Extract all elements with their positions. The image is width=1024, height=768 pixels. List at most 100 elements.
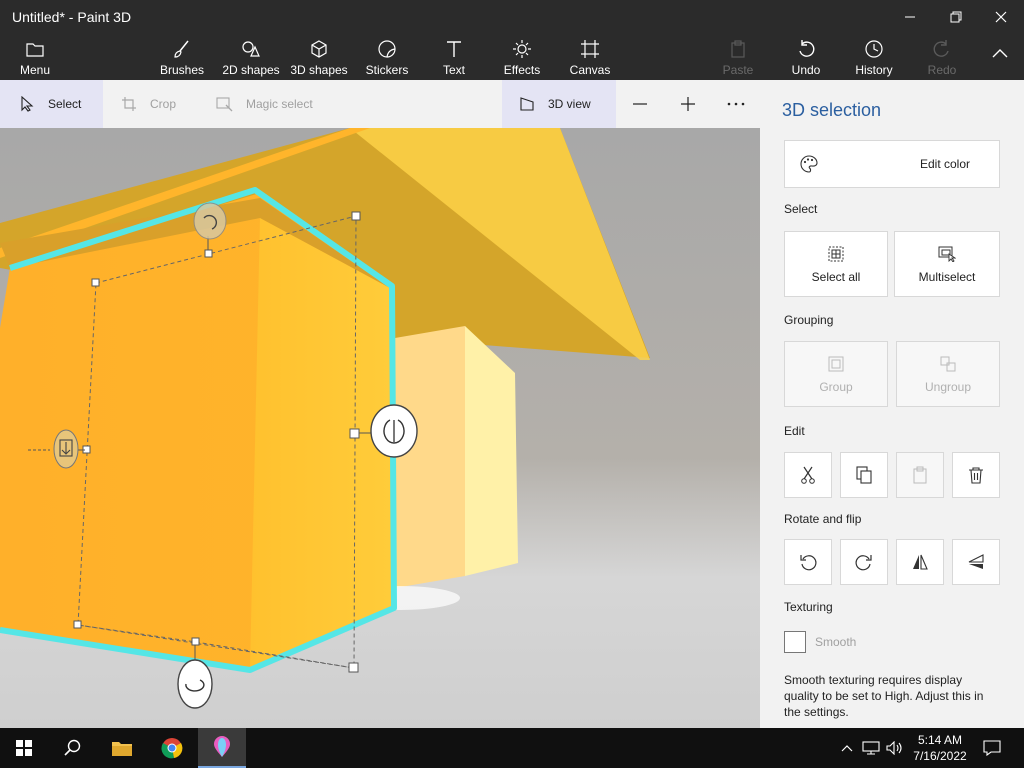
palette-icon bbox=[800, 155, 818, 176]
text-button[interactable]: Text bbox=[436, 34, 472, 80]
brush-icon bbox=[174, 40, 189, 58]
more-options-button[interactable] bbox=[722, 80, 750, 128]
text-label: Text bbox=[442, 63, 465, 77]
notification-icon bbox=[983, 740, 1001, 756]
multiselect-button[interactable]: Multiselect bbox=[894, 231, 1000, 297]
delete-button[interactable] bbox=[952, 452, 1000, 498]
clock-date: 7/16/2022 bbox=[913, 749, 967, 763]
3d-view-label: 3D view bbox=[548, 97, 591, 111]
minus-icon bbox=[633, 103, 647, 105]
stickers-button[interactable]: Stickers bbox=[362, 34, 412, 80]
panel-title: 3D selection bbox=[782, 100, 882, 120]
chrome-button[interactable] bbox=[154, 728, 190, 768]
plus-icon bbox=[681, 97, 695, 111]
rotate-left-button[interactable] bbox=[784, 539, 832, 585]
minimize-icon bbox=[905, 16, 915, 18]
system-clock[interactable]: 5:14 AM 7/16/2022 bbox=[905, 732, 975, 764]
stickers-label: Stickers bbox=[365, 63, 409, 77]
sticker-icon bbox=[378, 40, 396, 58]
edit-color-button[interactable]: Edit color bbox=[784, 140, 1000, 188]
window-title: Untitled* - Paint 3D bbox=[12, 9, 132, 25]
3d-view-toggle[interactable]: 3D view bbox=[502, 80, 616, 128]
paste-clipboard-icon bbox=[731, 40, 745, 58]
redo-icon bbox=[933, 40, 949, 57]
3d-canvas[interactable] bbox=[0, 128, 760, 728]
clock-time: 5:14 AM bbox=[917, 733, 963, 747]
canvas-button[interactable]: Canvas bbox=[566, 34, 614, 80]
back-cube-front bbox=[395, 326, 465, 588]
search-icon bbox=[64, 739, 81, 756]
brushes-button[interactable]: Brushes bbox=[156, 34, 208, 80]
tool-strip: Select Crop Magic select 3D view bbox=[0, 80, 760, 128]
paste-button[interactable]: Paste bbox=[718, 34, 758, 80]
flip-horizontal-icon bbox=[913, 554, 928, 570]
group-button[interactable]: Group bbox=[784, 341, 888, 407]
rotate-left-icon bbox=[800, 555, 817, 571]
start-button[interactable] bbox=[6, 728, 42, 768]
restore-icon bbox=[950, 11, 962, 23]
3d-shapes-button[interactable]: 3D shapes bbox=[290, 34, 348, 80]
maximize-button[interactable] bbox=[933, 0, 979, 34]
effects-button[interactable]: Effects bbox=[500, 34, 544, 80]
minimize-button[interactable] bbox=[887, 0, 933, 34]
file-explorer-button[interactable] bbox=[104, 728, 140, 768]
history-button[interactable]: History bbox=[850, 34, 898, 80]
magic-select-tool[interactable]: Magic select bbox=[200, 80, 350, 128]
trash-icon bbox=[969, 467, 983, 484]
scissors-icon bbox=[801, 466, 815, 484]
network-icon bbox=[862, 741, 880, 755]
brushes-label: Brushes bbox=[159, 63, 205, 77]
close-icon bbox=[995, 11, 1007, 23]
rotate-right-button[interactable] bbox=[840, 539, 888, 585]
ribbon: Menu Brushes 2D shapes 3D shapes Sticker… bbox=[0, 34, 1024, 80]
zoom-out-button[interactable] bbox=[626, 80, 654, 128]
rotate-right-icon bbox=[855, 555, 872, 571]
flip-vertical-icon bbox=[968, 554, 984, 569]
close-button[interactable] bbox=[978, 0, 1024, 34]
undo-button[interactable]: Undo bbox=[786, 34, 826, 80]
crop-icon bbox=[122, 97, 136, 111]
paste-icon bbox=[913, 466, 927, 484]
3d-scene bbox=[0, 128, 760, 728]
volume-button[interactable] bbox=[884, 728, 906, 768]
canvas-icon bbox=[581, 40, 599, 58]
paint3d-taskbar-button[interactable] bbox=[198, 728, 246, 768]
edit-color-label: Edit color bbox=[919, 157, 971, 171]
undo-label: Undo bbox=[791, 63, 821, 77]
network-button[interactable] bbox=[860, 728, 882, 768]
flip-horizontal-button[interactable] bbox=[896, 539, 944, 585]
copy-button[interactable] bbox=[840, 452, 888, 498]
taskbar: 5:14 AM 7/16/2022 bbox=[0, 728, 1024, 768]
show-hidden-icons-button[interactable] bbox=[838, 728, 856, 768]
collapse-ribbon-button[interactable] bbox=[986, 34, 1014, 80]
group-label: Group bbox=[819, 380, 853, 394]
multiselect-icon bbox=[938, 246, 956, 262]
zoom-in-button[interactable] bbox=[674, 80, 702, 128]
menu-button[interactable]: Menu bbox=[12, 34, 58, 80]
windows-logo-icon bbox=[16, 740, 32, 756]
effects-label: Effects bbox=[503, 63, 541, 77]
menu-label: Menu bbox=[19, 63, 51, 77]
ungroup-button[interactable]: Ungroup bbox=[896, 341, 1000, 407]
select-tool-label: Select bbox=[48, 97, 82, 111]
select-tool[interactable]: Select bbox=[0, 80, 103, 128]
redo-button[interactable]: Redo bbox=[922, 34, 962, 80]
smooth-checkbox[interactable] bbox=[784, 631, 806, 653]
group-icon bbox=[828, 356, 844, 372]
redo-label: Redo bbox=[927, 63, 957, 77]
magic-select-label: Magic select bbox=[246, 97, 313, 111]
search-button[interactable] bbox=[54, 728, 90, 768]
ungroup-label: Ungroup bbox=[924, 380, 972, 394]
notifications-button[interactable] bbox=[980, 728, 1004, 768]
crop-tool[interactable]: Crop bbox=[104, 80, 200, 128]
2d-shapes-button[interactable]: 2D shapes bbox=[220, 34, 282, 80]
cut-button[interactable] bbox=[784, 452, 832, 498]
history-clock-icon bbox=[865, 40, 883, 58]
title-bar: Untitled* - Paint 3D bbox=[0, 0, 1024, 34]
paste-panel-button[interactable] bbox=[896, 452, 944, 498]
3d-cube-icon bbox=[311, 40, 327, 58]
select-all-icon bbox=[828, 246, 844, 262]
select-all-button[interactable]: Select all bbox=[784, 231, 888, 297]
flip-vertical-button[interactable] bbox=[952, 539, 1000, 585]
3d-shapes-label: 3D shapes bbox=[290, 63, 348, 77]
